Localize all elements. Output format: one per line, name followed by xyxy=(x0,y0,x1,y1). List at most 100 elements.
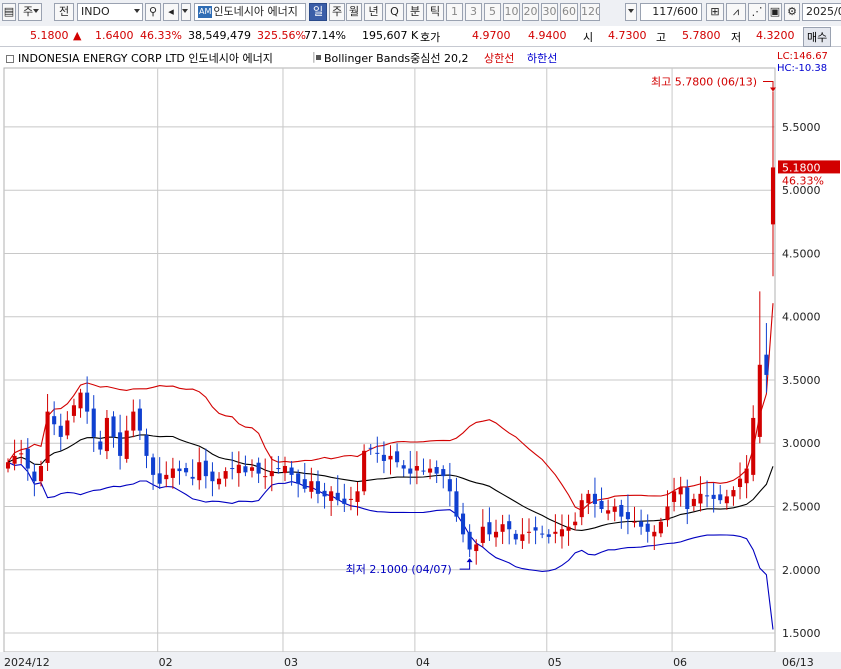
candle-body-79 xyxy=(526,531,532,533)
count-field[interactable]: 117/600 xyxy=(640,3,702,21)
candle-body-71 xyxy=(474,544,479,552)
candle-body-28 xyxy=(190,476,195,479)
candle-body-45 xyxy=(302,479,307,489)
count-total: /600 xyxy=(673,5,698,18)
interval-tab-1[interactable]: 3 xyxy=(465,3,482,21)
candle-body-102 xyxy=(678,487,683,495)
bid-label: 호가 xyxy=(420,31,441,44)
candle-body-116 xyxy=(770,167,776,225)
symbol-input[interactable]: INDO xyxy=(77,3,143,21)
indicator-label: Bollinger Bands중심선 20,2 xyxy=(324,52,469,65)
candle-body-108 xyxy=(718,494,723,501)
pattern-icon[interactable]: ⋰ xyxy=(748,3,766,21)
candle-body-72 xyxy=(480,526,485,543)
gear-icon[interactable]: ⚙ xyxy=(784,3,800,21)
candle-body-98 xyxy=(652,531,657,537)
candle-body-113 xyxy=(751,417,756,475)
speaker-icon[interactable]: ◂ xyxy=(163,3,179,21)
toolbar: ▤ 주 전 INDO ⚲ ◂ AM 인도네시아 에너지 117/600 ⊞ ⩘ ⋰… xyxy=(0,0,841,27)
interval-tab-5[interactable]: 30 xyxy=(541,3,558,21)
interval-tab-3[interactable]: 10 xyxy=(503,3,520,21)
market-select[interactable]: 주 xyxy=(18,3,42,21)
candle-body-89 xyxy=(592,493,597,504)
candle-body-68 xyxy=(454,491,459,517)
candle-body-97 xyxy=(645,523,650,532)
candle-body-65 xyxy=(434,467,439,474)
candle-body-3 xyxy=(25,448,30,469)
am-badge: AM xyxy=(198,6,213,18)
candle-body-17 xyxy=(118,432,123,456)
x-tick-label-5: 06 xyxy=(673,656,687,669)
date-field[interactable]: 2025/0 xyxy=(802,3,841,21)
candle-body-34 xyxy=(230,468,235,470)
open-value: 4.7300 xyxy=(608,29,647,42)
period-tab-2[interactable]: 월 xyxy=(346,3,362,21)
volume-ratio: 325.56% xyxy=(257,29,306,42)
cross-icon[interactable]: ⊞ xyxy=(706,3,724,21)
last-change-label: 46.33% xyxy=(782,174,824,187)
candle-body-77 xyxy=(513,533,518,540)
low-annotation-arrow xyxy=(459,560,471,570)
candle-body-43 xyxy=(289,467,294,475)
candle-body-94 xyxy=(625,512,630,520)
prev-button[interactable]: 전 xyxy=(54,3,74,21)
price-chart[interactable]: 5.5000 5.0000 4.5000 4.0000 3.5000 3.0000 2.50… xyxy=(0,0,841,669)
interval-tab-2[interactable]: 5 xyxy=(484,3,501,21)
interval-tab-7[interactable]: 120 xyxy=(580,3,600,21)
x-tick-label-6: 06/13 xyxy=(782,656,814,669)
candle-body-106 xyxy=(705,495,710,497)
candle-body-16 xyxy=(111,416,116,437)
high-value: 5.7800 xyxy=(682,29,721,42)
buy-button[interactable]: 매수 xyxy=(803,27,832,47)
candle-body-86 xyxy=(573,521,578,526)
y-tick-label-1: 5.0000 xyxy=(782,184,821,197)
period-tab-0[interactable]: 일 xyxy=(309,3,327,21)
save-icon[interactable]: ▣ xyxy=(768,3,782,21)
candle-body-30 xyxy=(203,460,208,477)
y-tick-label-3: 4.0000 xyxy=(782,311,821,324)
candle-body-87 xyxy=(579,500,584,518)
x-tick-label-1: 02 xyxy=(159,656,173,669)
candle-body-5 xyxy=(38,466,44,482)
search-icon[interactable]: ⚲ xyxy=(145,3,161,21)
candle-body-24 xyxy=(164,474,169,480)
candle-body-91 xyxy=(606,510,611,514)
count-value: 117 xyxy=(652,5,674,18)
period-tab-4[interactable]: Q xyxy=(385,3,404,21)
maximize-icon[interactable] xyxy=(6,55,14,63)
candle-body-27 xyxy=(184,468,189,473)
candle-body-25 xyxy=(170,468,175,478)
interval-tab-0[interactable]: 1 xyxy=(446,3,463,21)
candle-body-58 xyxy=(388,455,393,460)
candle-body-13 xyxy=(91,408,96,437)
symbol-value: INDO xyxy=(81,5,110,18)
period-tab-1[interactable]: 주 xyxy=(329,3,345,21)
candle-body-111 xyxy=(737,478,743,488)
chevron-down-icon[interactable] xyxy=(625,3,637,21)
candle-body-10 xyxy=(71,405,76,416)
middle-band-line xyxy=(7,434,774,531)
ruler-icon[interactable]: ⩘ xyxy=(726,3,746,21)
candle-body-2 xyxy=(19,453,24,455)
candle-body-75 xyxy=(500,524,505,532)
period-tab-3[interactable]: 년 xyxy=(364,3,383,21)
price-value: 5.1800 xyxy=(30,29,69,42)
menu-icon[interactable]: ▤ xyxy=(2,3,16,21)
candle-body-20 xyxy=(137,408,142,431)
indicator-marker-icon xyxy=(316,55,321,60)
interval-tab-6[interactable]: 60 xyxy=(560,3,578,21)
chevron-down-icon[interactable] xyxy=(181,3,191,21)
low-value: 4.3200 xyxy=(756,29,795,42)
period-tab-6[interactable]: 틱 xyxy=(426,3,444,21)
interval-tab-4[interactable]: 20 xyxy=(522,3,539,21)
candle-body-33 xyxy=(223,471,228,479)
candle-body-78 xyxy=(520,534,525,541)
candle-body-22 xyxy=(151,457,156,475)
candle-body-52 xyxy=(348,498,353,500)
candle-body-73 xyxy=(487,522,492,535)
volume-value: 38,549,479 xyxy=(188,29,251,42)
quote-bar: 5.1800 ▲ 1.6400 46.33% 38,549,479 325.56… xyxy=(0,26,841,47)
lower-band-line xyxy=(7,461,774,630)
period-tab-5[interactable]: 분 xyxy=(406,3,424,21)
candle-body-1 xyxy=(12,455,17,464)
